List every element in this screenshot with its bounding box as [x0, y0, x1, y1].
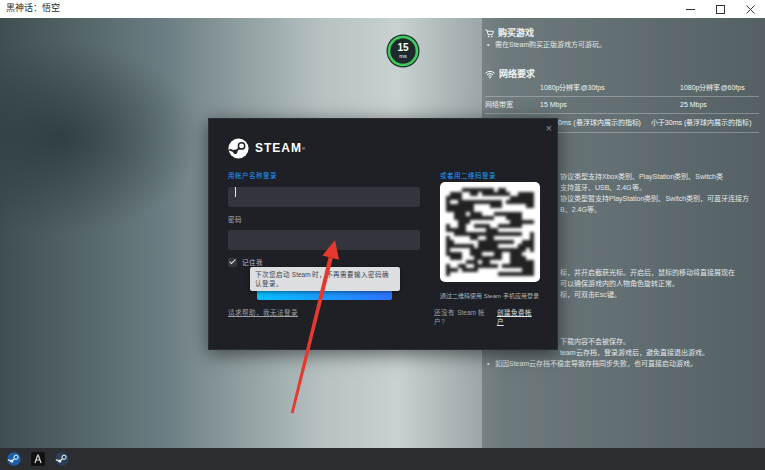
arrow-annotation-icon [0, 18, 765, 448]
bullet: • [487, 39, 495, 50]
cart-icon [485, 29, 494, 38]
password-field-wrap [228, 226, 420, 251]
section-title: 网络要求 [499, 68, 535, 80]
qr-label: 或者用二维码登录 [440, 171, 540, 180]
qr-code-icon[interactable] [440, 182, 540, 282]
steam-brand: STEAM® [228, 137, 537, 159]
row-value: 15 Mbps [540, 97, 680, 113]
ping-gauge[interactable]: 15ms [386, 34, 420, 68]
info-line: 支持蓝牙、USB、2.4G等。 [560, 182, 759, 193]
remember-checkbox[interactable] [228, 258, 237, 267]
ping-arc [389, 37, 417, 65]
row-value: 小于30ms (悬浮球内展示的指标) [651, 114, 752, 132]
password-label: 密码 [228, 215, 420, 224]
dialog-body: 用帐户名称登录密码记住我下次您启动 Steam 时，不再需要输入密码确认登录。或… [228, 171, 537, 301]
info-line: 下载内容不会被保存。 [560, 336, 759, 347]
row-value: 25 Mbps [680, 97, 759, 113]
close-button[interactable]: × [546, 121, 552, 135]
ping-readout: 15ms [386, 34, 420, 68]
steam-taskbar-icon[interactable] [7, 452, 21, 466]
signin-area: 下次您启动 Steam 时，不再需要输入密码确认登录。 [257, 278, 420, 300]
section-heading: 购买游戏 [485, 27, 759, 39]
brand-word: STEAM® [255, 139, 305, 157]
login-form: 用帐户名称登录密码记住我下次您启动 Steam 时，不再需要输入密码确认登录。 [228, 171, 420, 301]
info-text: 需在Steam购买正版游戏方可游玩。 [495, 41, 606, 48]
info-line: 标，可双击Esc键。 [560, 289, 759, 300]
row-value: 0ms (悬浮球内展示的指标) [558, 114, 641, 132]
account-label: 用帐户名称登录 [228, 171, 420, 180]
game-stage: 购买游戏•需在Steam购买正版游戏方可游玩。网络要求1080p分辨率@30fp… [0, 18, 765, 448]
brand-name: STEAM [255, 141, 302, 155]
signup-link[interactable]: 创建免费帐户 [497, 308, 537, 328]
wifi-icon [485, 70, 495, 79]
account-field-wrap [228, 182, 420, 207]
taskbar [0, 448, 765, 470]
column-header: 1080p分辨率@60fps [680, 80, 759, 96]
title-bar: 黑神话：悟空 [0, 0, 765, 18]
dialog-footer: 请求帮助，我无法登录还没有 Steam 帐户?创建免费帐户 [228, 308, 537, 350]
brand-mark: ® [302, 146, 305, 151]
qr-login: 或者用二维码登录通过二维码使用 Steam 手机应用登录 [440, 171, 540, 301]
info-text: 如因Steam云存档不稳定导致存档同步失败，也可直接启动游戏。 [495, 360, 697, 367]
row-label: 网络带宽 [485, 97, 540, 113]
info-line: •如因Steam云存档不稳定导致存档同步失败，也可直接启动游戏。 [485, 358, 759, 369]
remember-tooltip: 下次您启动 Steam 时，不再需要输入密码确认登录。 [250, 267, 400, 291]
close-window-icon[interactable] [735, 0, 765, 18]
info-line: team云存档，登录游戏后，避免直接退出游戏。 [560, 347, 759, 358]
steam-taskbar-icon[interactable] [55, 452, 69, 466]
section-title: 购买游戏 [498, 27, 534, 39]
help-link[interactable]: 请求帮助，我无法登录 [228, 308, 431, 328]
info-line: 可以确保游戏内的人物角色旋转正常。 [560, 278, 759, 289]
network-header: 1080p分辨率@30fps1080p分辨率@60fps [485, 80, 759, 97]
signup-prompt: 还没有 Steam 帐户? [434, 308, 492, 328]
header-spacer [485, 80, 540, 96]
window-title: 黑神话：悟空 [6, 2, 675, 16]
minimize-icon[interactable] [675, 0, 705, 18]
steam-login-dialog: × STEAM® 用帐户名称登录密码记住我下次您启动 Steam 时，不再需要输入密… [208, 118, 558, 350]
section-heading: 网络要求 [485, 68, 759, 80]
qr-caption: 通过二维码使用 Steam 手机应用登录 [440, 292, 540, 301]
network-row: 网络带宽15 Mbps25 Mbps [485, 97, 759, 114]
info-line: 协议类型暂支持PlayStation类别、Switch类别，可蓝牙连接方 [560, 193, 759, 204]
ping-value: 15 [397, 43, 408, 53]
column-header: 1080p分辨率@30fps [540, 80, 680, 96]
game-taskbar-icon[interactable] [31, 452, 45, 466]
info-line: B、2.4G等。 [560, 204, 759, 215]
steam-logo-icon [228, 138, 249, 159]
ping-unit: ms [399, 54, 406, 60]
info-line: •需在Steam购买正版游戏方可游玩。 [485, 39, 759, 50]
signup: 还没有 Steam 帐户?创建免费帐户 [434, 308, 537, 328]
text-caret [235, 187, 236, 197]
info-line: 协议类型支持Xbox类别、PlayStation类别、Switch类 [560, 171, 759, 182]
account-input[interactable] [228, 187, 420, 207]
password-input[interactable] [228, 230, 420, 250]
info-line: 标，并开启截获光标。开启后，鼠标的移动将直接展现在 [560, 267, 759, 278]
maximize-icon[interactable] [705, 0, 735, 18]
bullet: • [487, 358, 495, 369]
